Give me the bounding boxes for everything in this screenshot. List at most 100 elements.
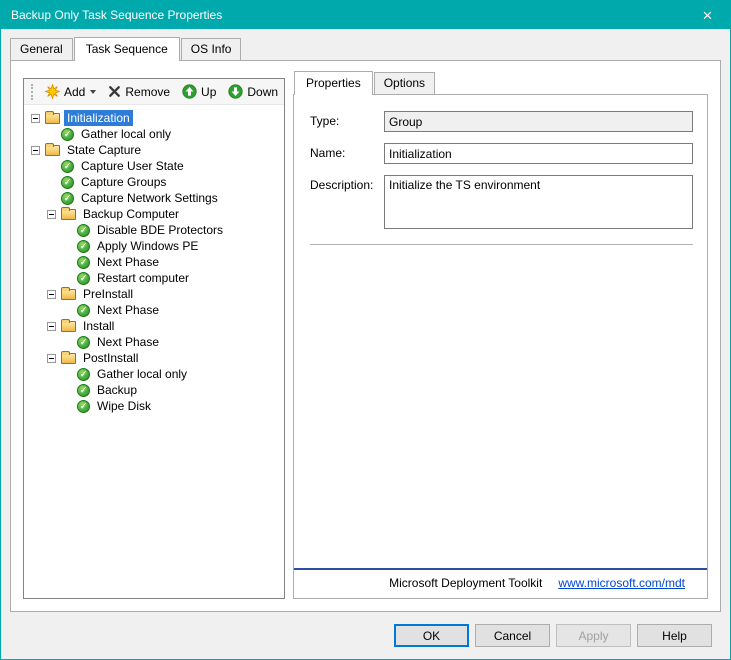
step-check-icon: ✓ (61, 160, 74, 173)
tree-item-initialization[interactable]: Initialization (26, 110, 282, 126)
name-field[interactable] (384, 143, 693, 164)
tree-toolbar: Add Remove (24, 79, 284, 105)
tree-item-label: PreInstall (80, 286, 136, 302)
step-check-icon: ✓ (77, 400, 90, 413)
remove-button[interactable]: Remove (102, 82, 176, 102)
tree-item-label: Backup (94, 382, 140, 398)
name-label: Name: (310, 143, 384, 164)
name-field-row: Name: (310, 143, 693, 164)
tree-item-label: Backup Computer (80, 206, 182, 222)
tab-task-sequence[interactable]: Task Sequence (74, 37, 180, 61)
step-check-icon: ✓ (77, 272, 90, 285)
step-check-icon: ✓ (77, 256, 90, 269)
tree-item-wipe-disk[interactable]: ✓Wipe Disk (26, 398, 282, 414)
add-button-label: Add (64, 85, 85, 99)
tab-os-info[interactable]: OS Info (181, 38, 242, 60)
tree-item-label: Restart computer (94, 270, 192, 286)
tree-expander-icon[interactable] (47, 290, 56, 299)
tree-item-label: Capture Groups (78, 174, 169, 190)
tree-item-label: Next Phase (94, 302, 162, 318)
add-button[interactable]: Add (39, 81, 102, 102)
tree-item-label: Capture Network Settings (78, 190, 221, 206)
type-field[interactable] (384, 111, 693, 132)
close-icon: × (703, 7, 713, 24)
tree-item-next-phase[interactable]: ✓ Next Phase (26, 254, 282, 270)
step-check-icon: ✓ (61, 192, 74, 205)
folder-icon (61, 289, 76, 300)
remove-button-label: Remove (125, 85, 170, 99)
cancel-button[interactable]: Cancel (475, 624, 550, 647)
folder-icon (61, 353, 76, 364)
tree-item-restart-computer[interactable]: ✓ Restart computer (26, 270, 282, 286)
help-button[interactable]: Help (637, 624, 712, 647)
toolbar-grip[interactable] (31, 84, 33, 100)
tree-item-label: Next Phase (94, 334, 162, 350)
folder-icon (45, 113, 60, 124)
task-sequence-tree: Initialization✓Gather local onlyState Ca… (24, 105, 284, 598)
tree-item-label: State Capture (64, 142, 144, 158)
tree-item-apply-windows-pe[interactable]: ✓ Apply Windows PE (26, 238, 282, 254)
up-button[interactable]: Up (176, 81, 222, 102)
ok-button[interactable]: OK (394, 624, 469, 647)
panel-footer: Microsoft Deployment Toolkit www.microso… (310, 570, 693, 598)
footer-brand-text: Microsoft Deployment Toolkit (389, 576, 542, 590)
tree-item-gather-local-only[interactable]: ✓ Gather local only (26, 366, 282, 382)
tree-expander-icon[interactable] (31, 146, 40, 155)
tree-item-next-phase[interactable]: ✓ Next Phase (26, 334, 282, 350)
up-button-label: Up (201, 85, 216, 99)
tree-item-capture-groups[interactable]: ✓ Capture Groups (26, 174, 282, 190)
apply-button[interactable]: Apply (556, 624, 631, 647)
description-field-row: Description: Initialize the TS environme… (310, 175, 693, 229)
step-check-icon: ✓ (61, 176, 74, 189)
step-check-icon: ✓ (77, 304, 90, 317)
tree-item-label: Apply Windows PE (94, 238, 201, 254)
description-label: Description: (310, 175, 384, 229)
folder-icon (45, 145, 60, 156)
tree-item-disable-bde-protectors[interactable]: ✓ Disable BDE Protectors (26, 222, 282, 238)
tree-item-label: Gather local only (94, 366, 190, 382)
tree-item-install[interactable]: Install (26, 318, 282, 334)
step-check-icon: ✓ (77, 240, 90, 253)
footer-link[interactable]: www.microsoft.com/mdt (558, 576, 685, 590)
down-button-label: Down (247, 85, 278, 99)
down-button[interactable]: Down (222, 81, 284, 102)
tree-item-label: Capture User State (78, 158, 187, 174)
properties-pane: PropertiesOptions Type: Name: Descriptio… (293, 71, 708, 599)
tree-item-backup-computer[interactable]: Backup Computer (26, 206, 282, 222)
tree-expander-icon[interactable] (47, 210, 56, 219)
tree-item-label: Gather local only (78, 126, 174, 142)
tree-item-backup[interactable]: ✓Backup (26, 382, 282, 398)
description-field[interactable]: Initialize the TS environment (384, 175, 693, 229)
remove-icon (108, 85, 121, 98)
tree-expander-icon[interactable] (47, 322, 56, 331)
tab-properties[interactable]: Properties (294, 71, 373, 95)
tree-item-preinstall[interactable]: PreInstall (26, 286, 282, 302)
properties-panel: Type: Name: Description: Initialize the … (293, 94, 708, 599)
folder-icon (61, 209, 76, 220)
tree-item-state-capture[interactable]: State Capture (26, 142, 282, 158)
step-check-icon: ✓ (77, 336, 90, 349)
add-dropdown-caret (90, 90, 96, 94)
add-icon (45, 84, 60, 99)
tree-item-capture-user-state[interactable]: ✓ Capture User State (26, 158, 282, 174)
tab-general[interactable]: General (10, 38, 73, 60)
type-label: Type: (310, 111, 384, 132)
tree-item-label: Disable BDE Protectors (94, 222, 226, 238)
step-check-icon: ✓ (77, 368, 90, 381)
tree-item-label: Next Phase (94, 254, 162, 270)
tree-expander-icon[interactable] (47, 354, 56, 363)
close-button[interactable]: × (685, 1, 730, 29)
tree-expander-icon[interactable] (31, 114, 40, 123)
type-field-row: Type: (310, 111, 693, 132)
panel-spacer (310, 246, 693, 568)
tree-item-gather-local-only[interactable]: ✓ Gather local only (26, 126, 282, 142)
tree-item-capture-network-settings[interactable]: ✓ Capture Network Settings (26, 190, 282, 206)
tree-item-postinstall[interactable]: PostInstall (26, 350, 282, 366)
tree-item-next-phase[interactable]: ✓ Next Phase (26, 302, 282, 318)
step-check-icon: ✓ (61, 128, 74, 141)
dialog-button-row: OK Cancel Apply Help (1, 612, 730, 659)
tab-options[interactable]: Options (374, 72, 435, 94)
step-check-icon: ✓ (77, 224, 90, 237)
tree-item-label: Initialization (64, 110, 133, 126)
titlebar: Backup Only Task Sequence Properties × (1, 1, 730, 29)
